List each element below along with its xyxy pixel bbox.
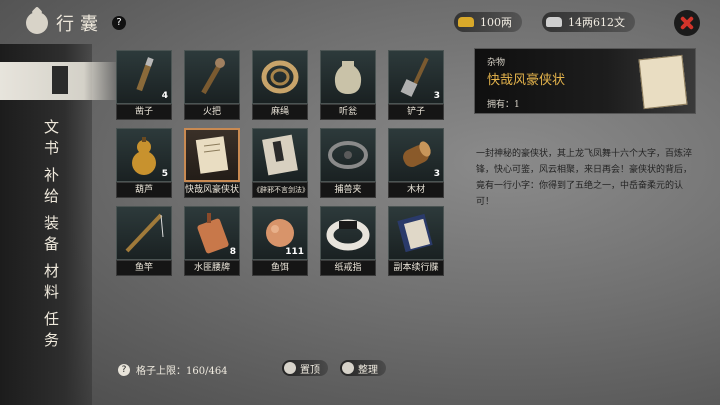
item-label: 麻绳 [252, 104, 308, 120]
pin-icon [284, 362, 296, 374]
sidebar-item-supplies[interactable]: 补给 [44, 164, 84, 206]
item-slot[interactable]: 5 葫芦 [116, 128, 172, 200]
item-frame: 8 [184, 206, 240, 260]
page-title: 行囊 [56, 14, 104, 35]
item-quantity: 111 [285, 247, 304, 257]
pin-button[interactable]: 置顶 [282, 360, 328, 376]
item-label: 火把 [184, 104, 240, 120]
item-slot[interactable]: 8 水匪腰牌 [184, 206, 240, 278]
item-slot[interactable]: 4 凿子 [116, 50, 172, 122]
item-quantity: 3 [433, 91, 440, 101]
item-label: 凿子 [116, 104, 172, 120]
item-label: 听瓮 [320, 104, 376, 120]
sidebar-item-quests[interactable]: 任务 [44, 308, 84, 350]
sort-button[interactable]: 整理 [340, 360, 386, 376]
item-frame [320, 128, 376, 182]
item-frame [320, 206, 376, 260]
fishing-rod-icon [125, 213, 164, 253]
item-slot[interactable]: 3 木材 [388, 128, 444, 200]
item-label: 纸戒指 [320, 260, 376, 276]
item-label: 《辟邪不言剑法》 [252, 182, 308, 198]
item-slot[interactable]: 《辟邪不言剑法》 [252, 128, 308, 200]
item-label: 快哉风豪侠状 [184, 182, 240, 198]
item-label: 木材 [388, 182, 444, 198]
item-slot[interactable]: 麻绳 [252, 50, 308, 122]
question-icon[interactable]: ? [118, 363, 130, 376]
torch-icon [201, 58, 225, 95]
item-label: 捕兽夹 [320, 182, 376, 198]
item-frame [252, 128, 308, 182]
item-label: 水匪腰牌 [184, 260, 240, 276]
item-frame [320, 50, 376, 104]
sidebar-item-materials[interactable]: 材料 [44, 260, 84, 302]
capacity-text: 格子上限：160/464 [136, 366, 228, 377]
silver-amount: 14两612文 [568, 16, 625, 29]
item-owned-count: 拥有：1 [487, 100, 520, 110]
item-frame [184, 50, 240, 104]
item-slot-selected[interactable]: 快哉风豪侠状 [184, 128, 240, 200]
top-bar: 行囊 ? 100两 14两612文 [0, 0, 720, 44]
item-frame [116, 206, 172, 260]
item-frame [252, 50, 308, 104]
item-slot[interactable]: 副本续行牒 [388, 206, 444, 278]
pass-document-icon [397, 213, 433, 253]
bag-icon [26, 12, 48, 34]
sidebar-item-documents[interactable]: 文书 [44, 116, 84, 158]
item-label: 鱼竿 [116, 260, 172, 276]
close-icon[interactable] [674, 10, 700, 36]
item-quantity: 4 [161, 91, 168, 101]
sort-icon [342, 362, 354, 374]
jar-icon [334, 61, 362, 94]
item-detail-card: 杂物 快哉风豪侠状 拥有：1 [474, 48, 696, 114]
item-quantity: 5 [161, 169, 168, 179]
backpack-icon [52, 66, 68, 94]
sort-label: 整理 [358, 364, 378, 376]
trap-icon [328, 141, 368, 169]
item-thumbnail [638, 54, 688, 110]
gold-amount: 100两 [480, 16, 512, 29]
item-name: 快哉风豪侠状 [487, 73, 566, 88]
item-slot[interactable]: 鱼竿 [116, 206, 172, 278]
item-frame: 4 [116, 50, 172, 104]
pin-label: 置顶 [300, 364, 320, 376]
silver-ingot-icon [546, 17, 562, 27]
gold-display: 100两 [454, 12, 522, 32]
item-label: 副本续行牒 [388, 260, 444, 276]
item-frame [184, 128, 240, 182]
sidebar-item-equipment[interactable]: 装备 [44, 212, 84, 254]
letter-icon [195, 136, 229, 174]
sidebar: 文书 补给 装备 材料 任务 [0, 44, 120, 405]
item-slot[interactable]: 火把 [184, 50, 240, 122]
item-label: 葫芦 [116, 182, 172, 198]
item-label: 鱼饵 [252, 260, 308, 276]
gold-ingot-icon [458, 17, 474, 27]
item-slot[interactable]: 3 铲子 [388, 50, 444, 122]
rope-icon [261, 60, 299, 94]
item-slot[interactable]: 111 鱼饵 [252, 206, 308, 278]
book-icon [262, 134, 298, 176]
capacity-display: ? 格子上限：160/464 [118, 362, 228, 377]
item-frame: 111 [252, 206, 308, 260]
item-slot[interactable]: 听瓮 [320, 50, 376, 122]
title-group: 行囊 ? [26, 10, 126, 36]
item-quantity: 8 [229, 247, 236, 257]
item-frame [388, 206, 444, 260]
item-frame: 5 [116, 128, 172, 182]
item-slot[interactable]: 纸戒指 [320, 206, 376, 278]
item-description: 一封神秘的豪侠状，其上龙飞凤舞十六个大字，百炼淬锋，快心可鉴，风云相聚，来日再会… [476, 149, 693, 207]
ring-icon [326, 219, 370, 251]
help-icon[interactable]: ? [112, 16, 126, 30]
item-frame: 3 [388, 50, 444, 104]
item-category: 杂物 [487, 58, 506, 68]
item-quantity: 3 [433, 169, 440, 179]
item-frame: 3 [388, 128, 444, 182]
item-slot[interactable]: 捕兽夹 [320, 128, 376, 200]
sidebar-item-all[interactable] [0, 62, 120, 100]
item-label: 铲子 [388, 104, 444, 120]
silver-display: 14两612文 [542, 12, 635, 32]
